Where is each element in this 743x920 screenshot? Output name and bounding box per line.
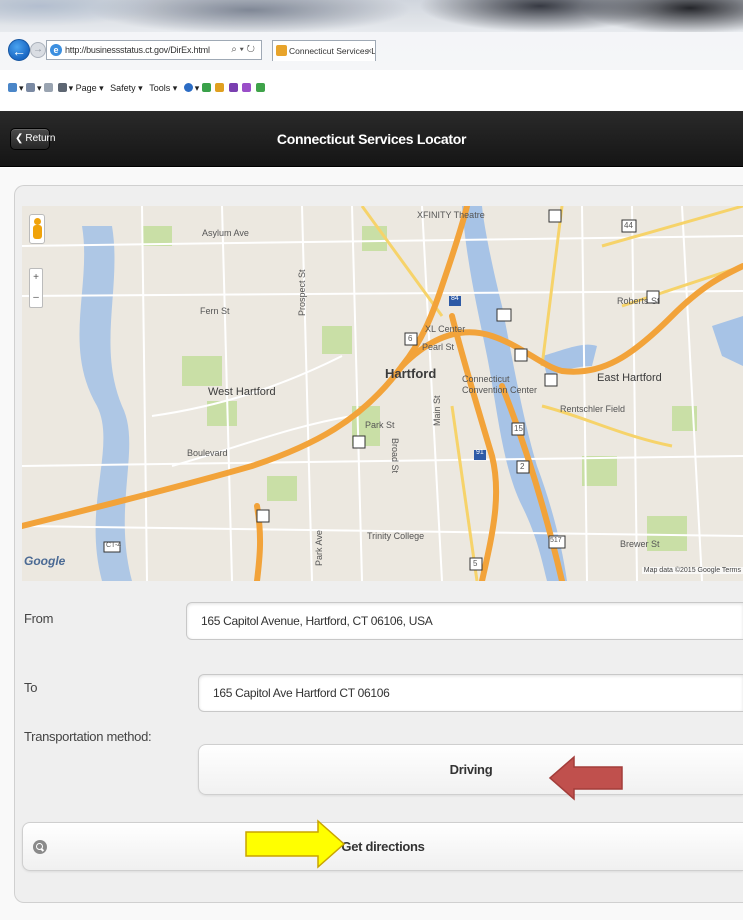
map-shield-label: 44 bbox=[624, 221, 633, 230]
map-shield-label: 15 bbox=[514, 424, 523, 433]
map-canvas bbox=[22, 206, 743, 581]
zoom-control[interactable]: + – bbox=[29, 268, 43, 308]
map-attribution[interactable]: Map data ©2015 Google Terms bbox=[641, 567, 743, 574]
tools-menu[interactable]: Tools ▾ bbox=[149, 80, 177, 96]
addon-icon[interactable] bbox=[215, 83, 225, 92]
transport-label: Transportation method: bbox=[24, 729, 152, 744]
map-label-city: East Hartford bbox=[597, 372, 662, 384]
map-label: Fern St bbox=[200, 306, 230, 316]
search-refresh-icon[interactable]: ⌕ ▾ ↻ bbox=[231, 41, 255, 59]
transport-value: Driving bbox=[449, 762, 493, 777]
get-directions-button[interactable]: Get directions bbox=[22, 822, 743, 871]
safety-menu[interactable]: Safety ▾ bbox=[110, 80, 143, 96]
map-shield-label: 2 bbox=[520, 462, 525, 471]
map-label-city: Hartford bbox=[385, 366, 437, 381]
map-label: Roberts St bbox=[617, 296, 660, 306]
google-logo[interactable]: Google bbox=[24, 554, 65, 568]
map-label: Connecticut bbox=[462, 374, 510, 384]
site-favicon-icon bbox=[276, 45, 287, 56]
back-arrow-icon[interactable]: ← bbox=[8, 39, 30, 61]
map-label: XL Center bbox=[425, 324, 466, 334]
url-text: http://businessstatus.ct.gov/DirEx.html bbox=[65, 45, 210, 55]
pegman-head bbox=[34, 218, 41, 225]
street-view-pegman-icon[interactable] bbox=[29, 214, 45, 244]
map-label: Prospect St bbox=[297, 269, 307, 316]
map[interactable]: XFINITY Theatre XL Center Pearl St Hartf… bbox=[22, 206, 743, 581]
app-header: Connecticut Services Locator ❮ Return bbox=[0, 111, 743, 167]
map-label: Asylum Ave bbox=[202, 228, 249, 238]
addon-icon[interactable] bbox=[242, 83, 252, 92]
page-menu[interactable]: Page ▾ bbox=[76, 80, 104, 96]
address-bar[interactable]: e http://businessstatus.ct.gov/DirEx.htm… bbox=[46, 40, 262, 60]
map-label: Rentschler Field bbox=[560, 404, 626, 414]
zoom-out-button[interactable]: – bbox=[30, 289, 42, 309]
addon-icon[interactable] bbox=[228, 83, 238, 92]
tab-title: Connecticut Services Locator bbox=[289, 46, 376, 56]
yellow-arrow-icon bbox=[245, 819, 346, 869]
chevron-left-icon: ❮ bbox=[15, 133, 24, 144]
map-label: Main St bbox=[432, 395, 442, 426]
from-field[interactable]: 165 Capitol Avenue, Hartford, CT 06106, … bbox=[186, 602, 743, 640]
command-bar: ▾ ▾ ▾ Page ▾ Safety ▾ Tools ▾ ▾ bbox=[0, 80, 743, 98]
map-label: CT-4 bbox=[106, 542, 122, 549]
map-shield-label: 84 bbox=[451, 295, 459, 302]
map-label: Trinity College bbox=[367, 531, 425, 541]
zoom-in-button[interactable]: + bbox=[30, 269, 42, 289]
map-label-city: West Hartford bbox=[208, 386, 276, 398]
feeds-icon[interactable] bbox=[26, 83, 36, 92]
mail-icon[interactable] bbox=[44, 83, 54, 92]
map-shield-label: 517 bbox=[550, 537, 562, 544]
map-label: XFINITY Theatre bbox=[417, 210, 485, 220]
page-title: Connecticut Services Locator bbox=[276, 131, 467, 147]
home-icon[interactable] bbox=[8, 83, 17, 92]
close-tab-icon[interactable]: × bbox=[367, 41, 372, 61]
map-label: Park Ave bbox=[314, 530, 324, 566]
addon-icon[interactable] bbox=[255, 83, 265, 92]
map-label: Broad St bbox=[390, 438, 400, 474]
get-directions-label: Get directions bbox=[341, 839, 425, 854]
return-button[interactable]: ❮ Return bbox=[10, 128, 55, 150]
print-icon[interactable] bbox=[57, 83, 67, 92]
pegman-body bbox=[33, 225, 42, 239]
search-icon bbox=[33, 840, 47, 854]
return-label: Return bbox=[25, 133, 56, 144]
transport-select[interactable]: Driving bbox=[198, 744, 743, 795]
help-icon[interactable] bbox=[183, 83, 193, 92]
map-label: Convention Center bbox=[462, 385, 538, 395]
ie-icon: e bbox=[50, 44, 62, 56]
addon-icon[interactable] bbox=[201, 83, 211, 92]
map-shield-label: 6 bbox=[408, 334, 413, 343]
map-label: Boulevard bbox=[187, 448, 228, 458]
from-label: From bbox=[24, 611, 54, 626]
map-shield-label: 5 bbox=[473, 559, 478, 568]
map-label: Park St bbox=[365, 420, 395, 430]
browser-titlebar bbox=[0, 0, 743, 32]
map-label: Pearl St bbox=[422, 342, 455, 352]
red-arrow-icon bbox=[548, 755, 623, 801]
browser-tab[interactable]: Connecticut Services Locator × bbox=[272, 40, 376, 61]
map-label: Brewer St bbox=[620, 539, 660, 549]
to-label: To bbox=[24, 680, 38, 695]
to-field[interactable]: 165 Capitol Ave Hartford CT 06106 bbox=[198, 674, 743, 712]
map-shield-label: 91 bbox=[476, 449, 484, 456]
forward-arrow-icon[interactable]: → bbox=[30, 42, 46, 58]
